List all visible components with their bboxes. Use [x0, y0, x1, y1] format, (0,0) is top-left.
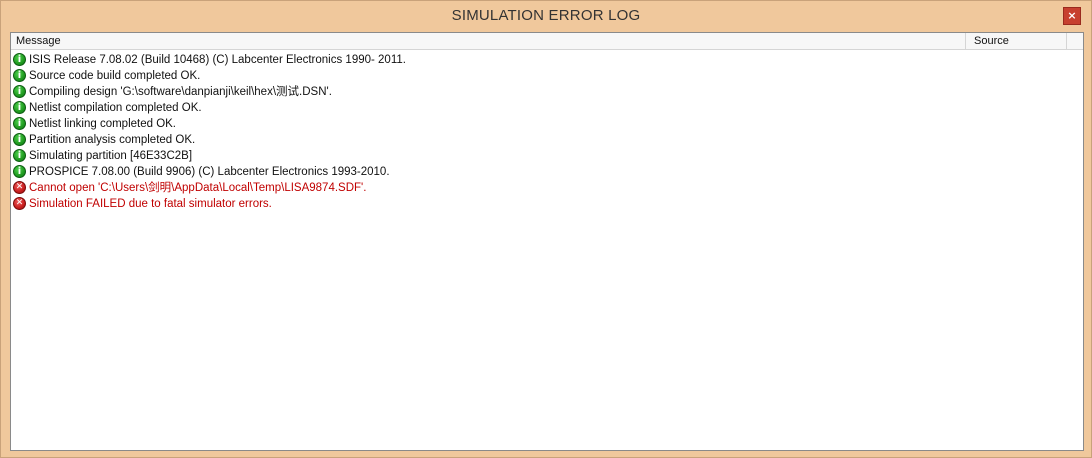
column-header-message[interactable]: Message [11, 33, 966, 49]
error-icon: ✕ [13, 197, 26, 210]
info-icon: i [13, 165, 26, 178]
message-text: Simulation FAILED due to fatal simulator… [29, 198, 272, 210]
info-icon: i [13, 69, 26, 82]
list-item[interactable]: ✕ Cannot open 'C:\Users\剑明\AppData\Local… [11, 180, 1083, 196]
error-icon: ✕ [13, 181, 26, 194]
message-list[interactable]: Message Source i ISIS Release 7.08.02 (B… [10, 32, 1084, 451]
info-icon: i [13, 149, 26, 162]
list-item[interactable]: i Simulating partition [46E33C2B] [11, 148, 1083, 164]
message-text: PROSPICE 7.08.00 (Build 9906) (C) Labcen… [29, 166, 390, 178]
list-item[interactable]: i Partition analysis completed OK. [11, 132, 1083, 148]
message-text: Netlist compilation completed OK. [29, 102, 202, 114]
message-rows: i ISIS Release 7.08.02 (Build 10468) (C)… [11, 52, 1083, 212]
list-item[interactable]: i Compiling design 'G:\software\danpianj… [11, 84, 1083, 100]
close-button[interactable]: × [1063, 7, 1081, 25]
message-text: Compiling design 'G:\software\danpianji\… [29, 86, 332, 98]
column-header-source[interactable]: Source [966, 33, 1067, 49]
column-header-filler [1067, 33, 1083, 49]
window-title: SIMULATION ERROR LOG [451, 7, 641, 24]
info-icon: i [13, 101, 26, 114]
message-text: Source code build completed OK. [29, 70, 201, 82]
list-item[interactable]: i Netlist compilation completed OK. [11, 100, 1083, 116]
close-icon: × [1067, 9, 1077, 22]
message-text: Simulating partition [46E33C2B] [29, 150, 193, 162]
list-item[interactable]: i Netlist linking completed OK. [11, 116, 1083, 132]
info-icon: i [13, 117, 26, 130]
list-header: Message Source [11, 33, 1083, 50]
info-icon: i [13, 85, 26, 98]
error-log-window: SIMULATION ERROR LOG × Message Source i … [0, 0, 1092, 458]
message-text: Partition analysis completed OK. [29, 134, 196, 146]
info-icon: i [13, 133, 26, 146]
title-bar[interactable]: SIMULATION ERROR LOG × [1, 1, 1091, 31]
list-item[interactable]: i Source code build completed OK. [11, 68, 1083, 84]
message-text: Cannot open 'C:\Users\剑明\AppData\Local\T… [29, 182, 367, 194]
message-text: Netlist linking completed OK. [29, 118, 177, 130]
list-item[interactable]: i ISIS Release 7.08.02 (Build 10468) (C)… [11, 52, 1083, 68]
message-text: ISIS Release 7.08.02 (Build 10468) (C) L… [29, 54, 406, 66]
list-item[interactable]: i PROSPICE 7.08.00 (Build 9906) (C) Labc… [11, 164, 1083, 180]
list-item[interactable]: ✕ Simulation FAILED due to fatal simulat… [11, 196, 1083, 212]
info-icon: i [13, 53, 26, 66]
